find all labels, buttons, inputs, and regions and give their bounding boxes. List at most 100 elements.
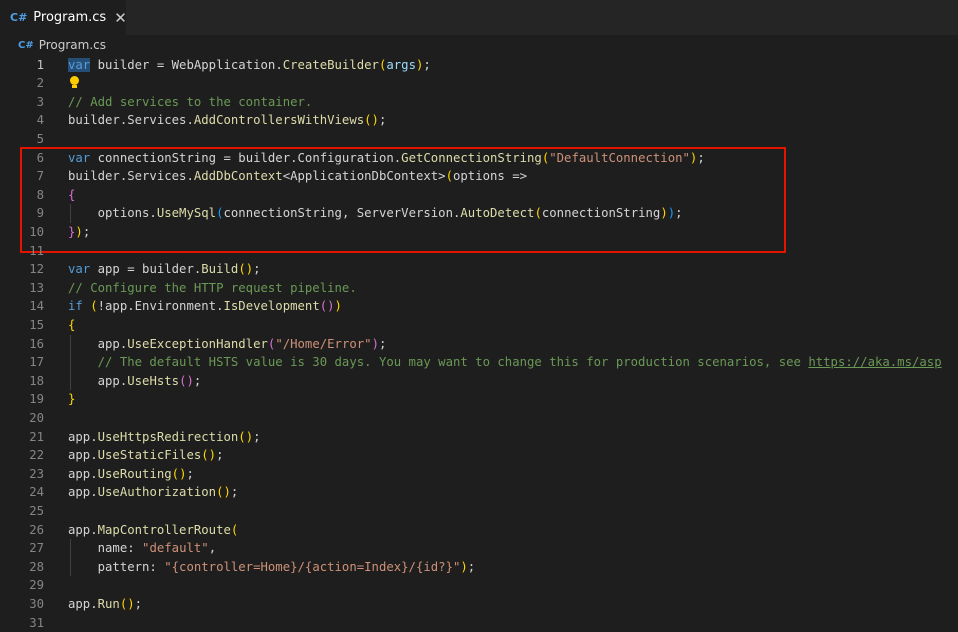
code-line[interactable]: 26 app.MapControllerRoute(	[0, 521, 958, 540]
indent-guide	[70, 539, 71, 577]
code-line[interactable]: 27 name: "default",	[0, 539, 958, 558]
code-token: app.	[68, 522, 98, 537]
code-token: AutoDetect	[460, 206, 535, 221]
line-number: 22	[29, 448, 44, 463]
code-line[interactable]: 30 app.Run();	[0, 595, 958, 614]
line-number: 31	[29, 615, 44, 630]
code-line[interactable]: 3 // Add services to the container.	[0, 93, 958, 112]
code-text: app.UseHttpsRedirection();	[68, 428, 261, 447]
code-token: GetConnectionString	[401, 150, 542, 165]
code-text: app.MapControllerRoute(	[68, 521, 238, 540]
code-line[interactable]: 29	[0, 576, 958, 595]
line-number: 24	[29, 485, 44, 500]
code-text: options.UseMySql (connectionString, Serve…	[68, 204, 683, 223]
code-token: app.	[68, 429, 98, 444]
code-line[interactable]: 4 builder.Services.AddControllersWithView…	[0, 111, 958, 130]
tab-title: Program.cs	[33, 10, 107, 25]
code-line[interactable]: 20	[0, 409, 958, 428]
code-token: ;	[82, 224, 91, 239]
code-text: builder.Services.AddControllersWithViews…	[68, 111, 386, 130]
code-line[interactable]: 18 app.UseHsts();	[0, 372, 958, 391]
line-number: 27	[29, 541, 44, 556]
line-number: 28	[29, 559, 44, 574]
code-text: // Add services to the container.	[68, 93, 312, 112]
code-token: (	[90, 299, 98, 314]
csharp-file-icon: C#	[10, 11, 28, 24]
indent-guide	[70, 204, 71, 223]
line-number: 18	[29, 373, 44, 388]
line-number: 4	[36, 113, 44, 128]
code-editor[interactable]: 1 var builder = WebApplication.CreateBuil…	[0, 55, 958, 632]
code-token: (	[230, 522, 239, 537]
code-token: var	[68, 262, 91, 277]
code-token: app.	[68, 596, 98, 611]
code-token: connectionString = builder.Configuration…	[90, 150, 402, 165]
code-token: // Configure the HTTP request pipeline.	[68, 280, 357, 295]
lightbulb-icon[interactable]	[70, 76, 79, 89]
code-token: options.	[68, 206, 157, 221]
code-line[interactable]: 25	[0, 502, 958, 521]
code-token: "{controller=Home}/{action=Index}/{id?}"	[164, 559, 461, 574]
code-token: ;	[134, 596, 143, 611]
code-line[interactable]: 14 if (!app.Environment.IsDevelopment())	[0, 297, 958, 316]
code-line[interactable]: 5	[0, 130, 958, 149]
code-token: builder.Services.	[68, 113, 194, 128]
code-text: app.UseStaticFiles();	[68, 446, 224, 465]
code-token: IsDevelopment	[223, 299, 320, 314]
code-token: UseStaticFiles	[97, 448, 202, 463]
code-line[interactable]: 23 app.UseRouting();	[0, 465, 958, 484]
code-token: // Add services to the container.	[68, 94, 313, 109]
code-token: !app.Environment.	[97, 299, 224, 314]
code-token: Build	[201, 262, 239, 277]
code-token: var	[68, 57, 91, 72]
code-line[interactable]: 9 options.UseMySql (connectionString, Ser…	[0, 204, 958, 223]
code-token: options =>	[452, 169, 528, 184]
code-token: ;	[675, 206, 683, 221]
code-line[interactable]: 28 pattern: "{controller=Home}/{action=I…	[0, 558, 958, 577]
line-number: 8	[36, 187, 44, 202]
code-token: ()	[364, 113, 379, 128]
code-token: app = builder.	[90, 262, 202, 277]
code-token: ;	[697, 150, 705, 165]
code-text: app.UseHsts();	[68, 372, 202, 391]
code-token: builder =	[90, 57, 172, 72]
code-line[interactable]: 24 app.UseAuthorization();	[0, 483, 958, 502]
code-line[interactable]: 11	[0, 242, 958, 261]
code-line[interactable]: 1 var builder = WebApplication.CreateBuil…	[0, 56, 958, 75]
code-line[interactable]: 19}	[0, 390, 958, 409]
line-number: 5	[36, 131, 44, 146]
indent-guide	[70, 334, 71, 391]
code-line[interactable]: 12 var app = builder.Build();	[0, 260, 958, 279]
code-line[interactable]: 21 app.UseHttpsRedirection();	[0, 428, 958, 447]
code-line[interactable]: 10});	[0, 223, 958, 242]
code-token: ;	[230, 485, 239, 500]
code-line[interactable]: 2	[0, 74, 958, 93]
code-token: https://aka.ms/asp	[808, 355, 942, 370]
code-text: app.Run();	[68, 595, 142, 614]
code-token: ()	[238, 262, 254, 277]
tab-program-cs[interactable]: C# Program.cs ✕	[0, 0, 127, 35]
code-line[interactable]: 7 builder.Services.AddDbContext<Applicati…	[0, 167, 958, 186]
code-line[interactable]: 22 app.UseStaticFiles();	[0, 446, 958, 465]
code-line[interactable]: 31	[0, 614, 958, 632]
code-token: pattern:	[68, 559, 165, 574]
code-token: ;	[253, 429, 261, 444]
code-text: var app = builder.Build();	[68, 260, 261, 279]
line-number: 11	[29, 243, 44, 258]
breadcrumb-file[interactable]: Program.cs	[39, 38, 106, 52]
line-number: 29	[29, 578, 44, 593]
code-token: app.	[68, 336, 128, 351]
close-icon[interactable]: ✕	[114, 9, 127, 27]
code-line[interactable]: 8{	[0, 186, 958, 205]
code-text: // The default HSTS value is 30 days. Yo…	[68, 353, 942, 372]
code-token: UseRouting	[97, 466, 172, 481]
code-line[interactable]: 17 // The default HSTS value is 30 days.…	[0, 353, 958, 372]
code-line[interactable]: 6 var connectionString = builder.Configur…	[0, 149, 958, 168]
csharp-file-icon: C#	[18, 39, 34, 51]
code-line[interactable]: 16 app.UseExceptionHandler("/Home/Error"…	[0, 335, 958, 354]
code-token: ()	[119, 596, 135, 611]
line-number: 16	[29, 336, 44, 351]
code-token: )	[75, 224, 83, 239]
code-line[interactable]: 15 {	[0, 316, 958, 335]
code-line[interactable]: 13 // Configure the HTTP request pipeline…	[0, 279, 958, 298]
